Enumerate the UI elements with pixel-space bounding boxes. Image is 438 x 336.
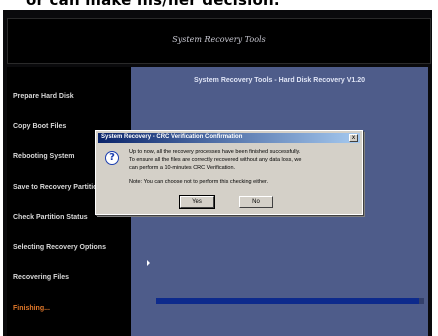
no-button[interactable]: No [239,196,273,208]
dialog-title: System Recovery - CRC Verification Confi… [101,134,243,140]
progress-fill [156,298,419,304]
header-bar: System Recovery Tools [7,18,431,64]
step-selecting-recovery-options: Selecting Recovery Options [13,244,106,251]
dialog-titlebar[interactable]: System Recovery - CRC Verification Confi… [98,133,360,143]
step-finishing: Finishing... [13,305,50,312]
app-title: System Recovery Tools [172,35,266,44]
step-check-partition-status: Check Partition Status [13,214,88,221]
main-heading: System Recovery Tools - Hard Disk Recove… [193,77,366,84]
yes-button[interactable]: Yes [179,195,215,209]
dialog-message-line-1: Up to now, all the recovery processes ha… [129,149,301,155]
step-copy-boot-files: Copy Boot Files [13,123,67,130]
caption-strip: or can make his/her decision. [0,0,438,10]
crc-confirmation-dialog: System Recovery - CRC Verification Confi… [95,130,363,215]
dialog-message-line-2: To ensure all the files are correctly re… [129,157,302,163]
question-icon: ? [105,151,119,165]
progress-bar [156,298,424,304]
step-rebooting-system: Rebooting System [13,153,75,160]
cursor-icon [147,260,150,266]
step-recovering-files: Recovering Files [13,274,70,281]
step-prepare-hard-disk: Prepare Hard Disk [13,93,74,100]
caption-text: or can make his/her decision. [26,0,280,9]
dialog-close-button[interactable]: x [349,134,358,142]
dialog-note: Note: You can choose not to perform this… [129,179,269,185]
step-save-to-recovery-partition: Save to Recovery Partition [13,184,102,191]
dialog-message-line-3: can perform a 10-minutes CRC Verificatio… [129,165,236,171]
